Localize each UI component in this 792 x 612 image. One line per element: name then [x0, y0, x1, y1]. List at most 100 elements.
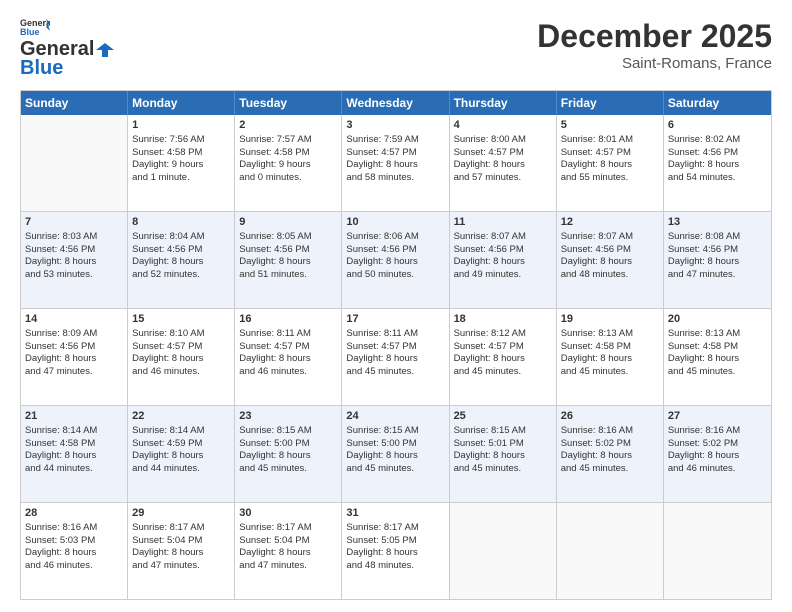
- day-info: and 50 minutes.: [346, 269, 444, 282]
- day-info: Daylight: 8 hours: [239, 547, 337, 560]
- logo: General Blue General Blue: [20, 18, 116, 80]
- cal-header-day: Wednesday: [342, 91, 449, 115]
- day-number: 30: [239, 506, 337, 521]
- day-info: Daylight: 8 hours: [239, 450, 337, 463]
- location: Saint-Romans, France: [537, 55, 772, 72]
- cal-header-day: Thursday: [450, 91, 557, 115]
- calendar-cell: 19Sunrise: 8:13 AMSunset: 4:58 PMDayligh…: [557, 309, 664, 405]
- day-number: 17: [346, 312, 444, 327]
- day-info: Sunrise: 8:04 AM: [132, 231, 230, 244]
- day-info: Sunrise: 8:03 AM: [25, 231, 123, 244]
- day-info: Daylight: 8 hours: [346, 159, 444, 172]
- day-info: Sunset: 4:57 PM: [132, 341, 230, 354]
- day-info: Sunset: 5:00 PM: [346, 438, 444, 451]
- day-info: Daylight: 8 hours: [561, 450, 659, 463]
- calendar-cell: [664, 503, 771, 599]
- header: General Blue General Blue December 2025 …: [20, 18, 772, 80]
- day-number: 18: [454, 312, 552, 327]
- day-info: Sunset: 5:00 PM: [239, 438, 337, 451]
- calendar-cell: 12Sunrise: 8:07 AMSunset: 4:56 PMDayligh…: [557, 212, 664, 308]
- calendar-cell: 29Sunrise: 8:17 AMSunset: 5:04 PMDayligh…: [128, 503, 235, 599]
- day-info: and 46 minutes.: [132, 366, 230, 379]
- day-info: and 49 minutes.: [454, 269, 552, 282]
- day-info: Sunset: 5:02 PM: [668, 438, 767, 451]
- day-info: Sunrise: 8:13 AM: [561, 328, 659, 341]
- day-info: Sunrise: 8:09 AM: [25, 328, 123, 341]
- day-info: Sunrise: 8:00 AM: [454, 134, 552, 147]
- day-info: Daylight: 8 hours: [346, 450, 444, 463]
- day-info: and 58 minutes.: [346, 172, 444, 185]
- day-number: 15: [132, 312, 230, 327]
- day-info: and 55 minutes.: [561, 172, 659, 185]
- day-number: 14: [25, 312, 123, 327]
- day-info: Sunset: 4:57 PM: [346, 341, 444, 354]
- day-info: and 45 minutes.: [346, 463, 444, 476]
- day-info: Daylight: 8 hours: [132, 547, 230, 560]
- calendar-row: 14Sunrise: 8:09 AMSunset: 4:56 PMDayligh…: [21, 309, 771, 406]
- day-info: Daylight: 8 hours: [239, 353, 337, 366]
- day-info: Sunset: 4:56 PM: [25, 244, 123, 257]
- day-number: 24: [346, 409, 444, 424]
- calendar-cell: 4Sunrise: 8:00 AMSunset: 4:57 PMDaylight…: [450, 115, 557, 211]
- day-info: Sunset: 4:58 PM: [25, 438, 123, 451]
- day-number: 8: [132, 215, 230, 230]
- day-info: Sunrise: 7:56 AM: [132, 134, 230, 147]
- day-info: Daylight: 8 hours: [25, 353, 123, 366]
- calendar-cell: 11Sunrise: 8:07 AMSunset: 4:56 PMDayligh…: [450, 212, 557, 308]
- day-info: Sunrise: 7:59 AM: [346, 134, 444, 147]
- day-info: Sunrise: 8:11 AM: [346, 328, 444, 341]
- logo-icon: General Blue: [20, 18, 50, 36]
- day-info: Sunset: 5:01 PM: [454, 438, 552, 451]
- day-number: 4: [454, 118, 552, 133]
- calendar-cell: [557, 503, 664, 599]
- calendar-row: 28Sunrise: 8:16 AMSunset: 5:03 PM Dayligh…: [21, 503, 771, 599]
- day-info: Daylight: 8 hours: [25, 450, 123, 463]
- calendar-cell: 18Sunrise: 8:12 AMSunset: 4:57 PMDayligh…: [450, 309, 557, 405]
- day-info: and 44 minutes.: [25, 463, 123, 476]
- day-info: Daylight: 8 hours: [561, 159, 659, 172]
- day-number: 9: [239, 215, 337, 230]
- day-info: Sunrise: 8:11 AM: [239, 328, 337, 341]
- day-info: and 47 minutes.: [25, 366, 123, 379]
- day-info: Sunset: 4:56 PM: [668, 147, 767, 160]
- day-info: and 48 minutes.: [561, 269, 659, 282]
- day-number: 10: [346, 215, 444, 230]
- day-info: Daylight: 8 hours: [132, 450, 230, 463]
- day-info: Sunset: 4:58 PM: [132, 147, 230, 160]
- day-number: 28: [25, 506, 123, 521]
- day-number: 22: [132, 409, 230, 424]
- day-info: Sunset: 4:57 PM: [454, 341, 552, 354]
- calendar-header: SundayMondayTuesdayWednesdayThursdayFrid…: [21, 91, 771, 115]
- calendar-cell: 17Sunrise: 8:11 AMSunset: 4:57 PMDayligh…: [342, 309, 449, 405]
- day-info: Sunset: 4:56 PM: [239, 244, 337, 257]
- svg-text:Blue: Blue: [20, 27, 40, 36]
- cal-header-day: Monday: [128, 91, 235, 115]
- day-info: Sunset: 4:59 PM: [132, 438, 230, 451]
- day-info: and 44 minutes.: [132, 463, 230, 476]
- calendar-cell: 25Sunrise: 8:15 AMSunset: 5:01 PMDayligh…: [450, 406, 557, 502]
- day-info: Sunset: 5:03 PM: [25, 535, 123, 548]
- month-title: December 2025: [537, 18, 772, 55]
- day-info: Sunrise: 8:16 AM: [668, 425, 767, 438]
- day-info: and 45 minutes.: [346, 366, 444, 379]
- day-info: Daylight: 8 hours: [668, 256, 767, 269]
- calendar-cell: 28Sunrise: 8:16 AMSunset: 5:03 PMDayligh…: [21, 503, 128, 599]
- day-number: 11: [454, 215, 552, 230]
- day-info: and 0 minutes.: [239, 172, 337, 185]
- cal-header-day: Saturday: [664, 91, 771, 115]
- day-number: 12: [561, 215, 659, 230]
- day-number: 16: [239, 312, 337, 327]
- day-info: and 46 minutes.: [25, 560, 123, 573]
- day-number: 1: [132, 118, 230, 133]
- day-info: Sunrise: 8:14 AM: [132, 425, 230, 438]
- day-info: Sunset: 4:56 PM: [668, 244, 767, 257]
- day-number: 19: [561, 312, 659, 327]
- calendar-cell: 20Sunrise: 8:13 AMSunset: 4:58 PMDayligh…: [664, 309, 771, 405]
- calendar-row: 21Sunrise: 8:14 AMSunset: 4:58 PMDayligh…: [21, 406, 771, 503]
- day-info: Sunrise: 8:16 AM: [25, 522, 123, 535]
- day-info: Sunrise: 8:17 AM: [239, 522, 337, 535]
- day-info: Sunrise: 8:02 AM: [668, 134, 767, 147]
- day-info: Sunrise: 8:17 AM: [132, 522, 230, 535]
- day-number: 21: [25, 409, 123, 424]
- calendar-cell: [21, 115, 128, 211]
